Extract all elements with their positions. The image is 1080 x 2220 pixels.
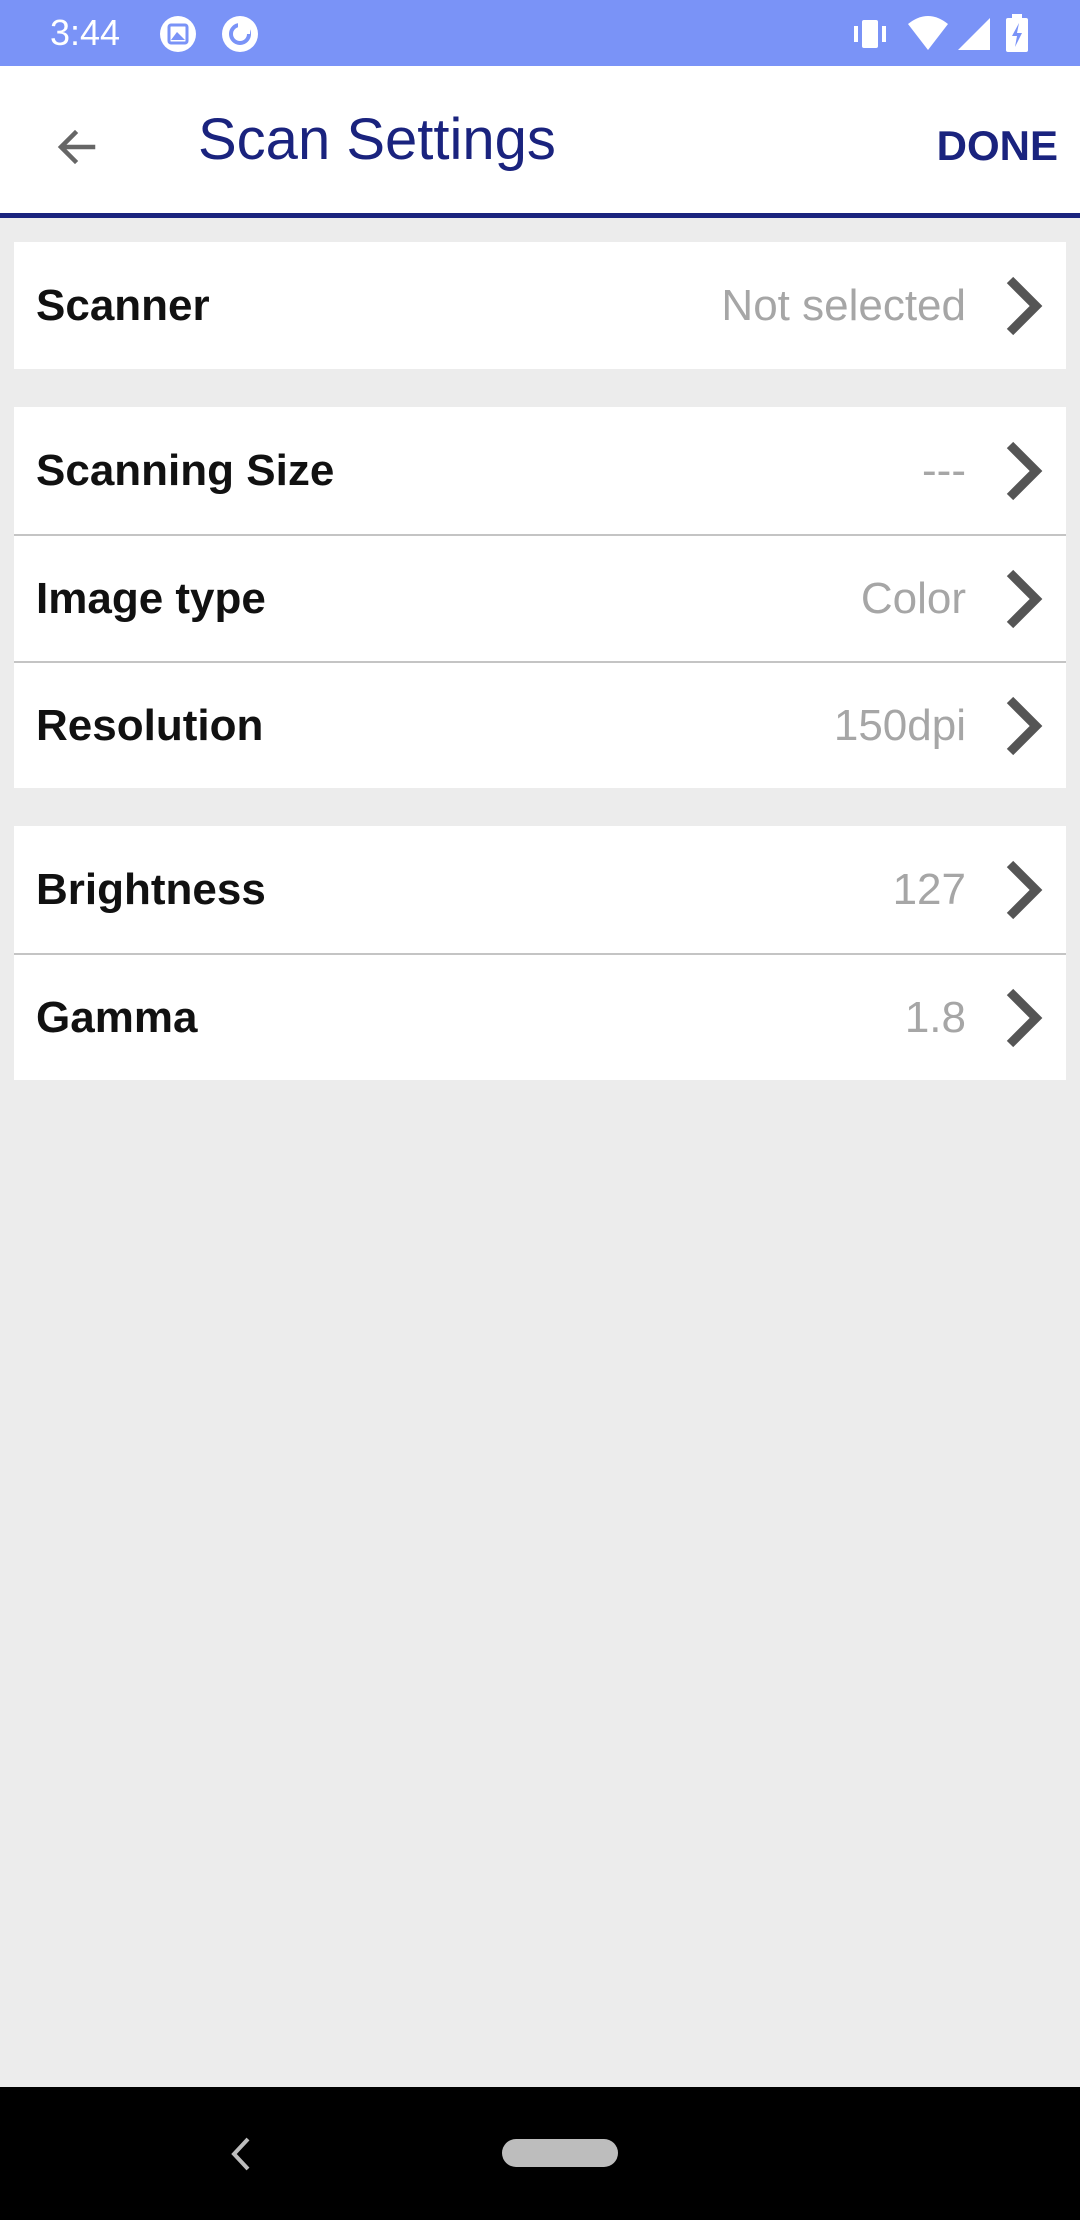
- chevron-right-icon: [1006, 860, 1043, 919]
- nav-back-icon[interactable]: [222, 2127, 258, 2181]
- setting-row-scanning-size[interactable]: Scanning Size ---: [14, 407, 1066, 534]
- setting-value: 1.8: [904, 992, 966, 1042]
- chevron-right-icon: [1006, 441, 1043, 500]
- battery-charging-icon: [1004, 14, 1030, 59]
- back-button[interactable]: [40, 110, 114, 184]
- setting-label: Scanner: [36, 280, 210, 330]
- setting-label: Resolution: [36, 700, 264, 750]
- setting-value: Color: [860, 573, 966, 623]
- setting-row-scanner[interactable]: Scanner Not selected: [14, 242, 1066, 369]
- setting-label: Brightness: [36, 864, 266, 914]
- setting-value: 127: [892, 864, 966, 914]
- status-bar: 3:44: [0, 0, 1080, 66]
- setting-row-brightness[interactable]: Brightness 127: [14, 826, 1066, 953]
- setting-row-gamma[interactable]: Gamma 1.8: [14, 953, 1066, 1080]
- setting-label: Gamma: [36, 992, 198, 1042]
- nav-home-pill[interactable]: [502, 2139, 618, 2167]
- setting-label: Image type: [36, 573, 266, 623]
- chevron-right-icon: [1006, 696, 1043, 755]
- done-button[interactable]: DONE: [937, 116, 1058, 176]
- setting-label: Scanning Size: [36, 445, 335, 495]
- setting-value: 150dpi: [833, 700, 966, 750]
- chevron-right-icon: [1006, 988, 1043, 1047]
- arrow-left-icon: [57, 129, 96, 165]
- at-sign-icon: [220, 14, 260, 59]
- status-time: 3:44: [50, 12, 121, 53]
- image-adjust-group: Brightness 127 Gamma 1.8: [14, 826, 1066, 1080]
- scanner-group: Scanner Not selected: [14, 242, 1066, 369]
- setting-value: Not selected: [721, 280, 966, 330]
- chevron-right-icon: [1006, 276, 1043, 335]
- scan-format-group: Scanning Size --- Image type Color Resol…: [14, 407, 1066, 788]
- signal-icon: [956, 14, 992, 59]
- wifi-icon: [906, 14, 950, 59]
- chevron-right-icon: [1006, 569, 1043, 628]
- photo-icon: [158, 14, 198, 59]
- app-bar: Scan Settings DONE: [0, 66, 1080, 218]
- page-title: Scan Settings: [198, 107, 556, 172]
- setting-row-resolution[interactable]: Resolution 150dpi: [14, 661, 1066, 788]
- setting-row-image-type[interactable]: Image type Color: [14, 534, 1066, 661]
- setting-value: ---: [922, 445, 966, 495]
- system-nav-bar: [0, 2087, 1080, 2220]
- vibrate-icon: [850, 14, 890, 59]
